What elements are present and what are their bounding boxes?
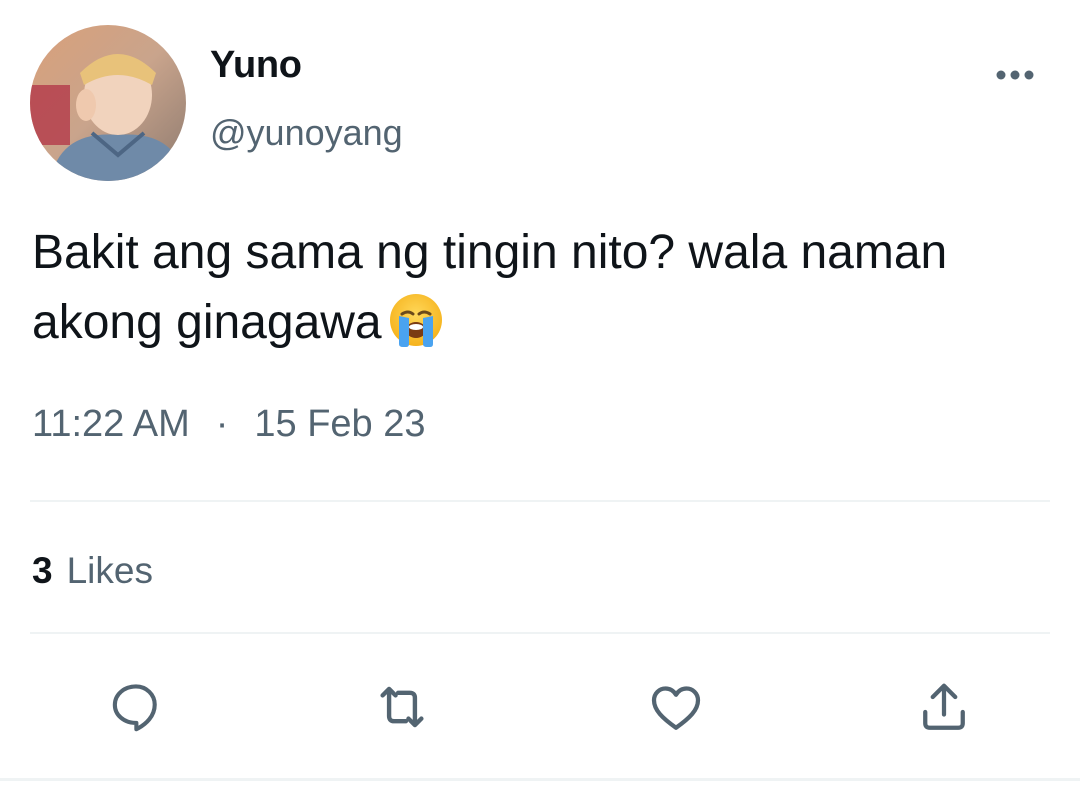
user-handle[interactable]: @yunoyang [210, 112, 403, 154]
avatar[interactable] [30, 25, 186, 181]
display-name[interactable]: Yuno [210, 44, 302, 87]
more-options-button[interactable] [990, 55, 1040, 95]
share-button[interactable] [911, 674, 977, 740]
tweet-time: 11:22 AM [32, 403, 190, 445]
reply-icon [112, 684, 157, 732]
tweet-text-content: Bakit ang sama ng tingin nito? wala nama… [32, 226, 948, 349]
bottom-divider [0, 778, 1080, 781]
retweet-button[interactable] [369, 674, 435, 740]
divider [30, 500, 1050, 502]
share-icon [923, 683, 965, 730]
separator-dot: · [215, 403, 229, 445]
tweet-detail: Yuno @yunoyang Bakit ang sama ng tingin … [0, 0, 1080, 798]
more-dots-icon [996, 70, 1034, 80]
loudly-crying-face-icon [388, 292, 444, 348]
likes-label: Likes [66, 550, 153, 591]
like-button[interactable] [643, 674, 709, 740]
likes-count: 3 [32, 550, 53, 591]
tweet-date: 15 Feb 23 [254, 403, 426, 445]
tweet-timestamp[interactable]: 11:22 AM · 15 Feb 23 [32, 403, 426, 446]
avatar-image [30, 25, 186, 181]
heart-icon [651, 686, 701, 730]
likes-stat[interactable]: 3 Likes [32, 550, 153, 592]
divider [30, 632, 1050, 634]
tweet-text: Bakit ang sama ng tingin nito? wala nama… [32, 218, 1062, 358]
reply-button[interactable] [103, 674, 169, 740]
retweet-icon [380, 686, 424, 728]
